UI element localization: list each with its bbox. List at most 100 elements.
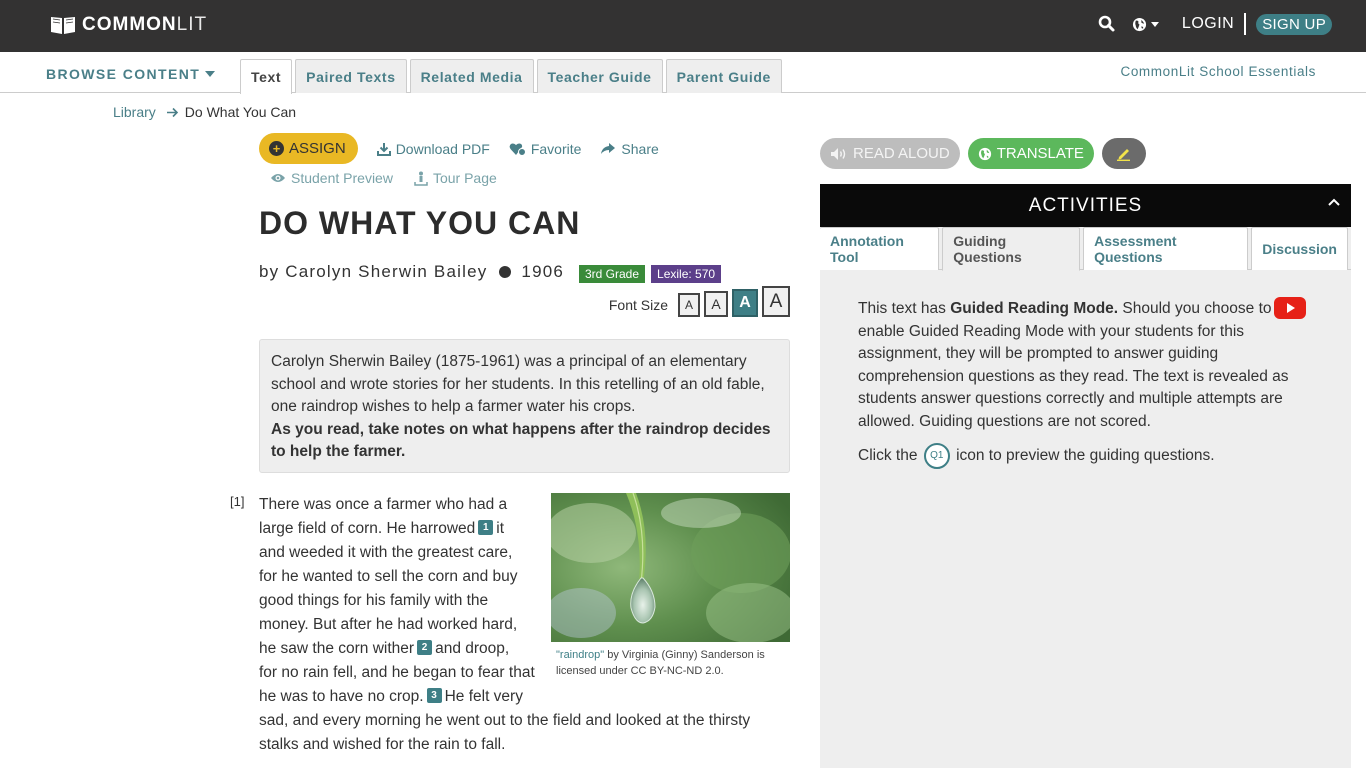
text-segment: he saw the corn wither	[259, 640, 415, 657]
hint-text: Click the	[858, 447, 918, 465]
chevron-up-icon[interactable]	[1327, 197, 1341, 207]
favorite-button[interactable]: Favorite	[509, 140, 582, 157]
text-segment: it	[496, 520, 505, 537]
reading-tools: READ ALOUD TRANSLATE	[820, 138, 1154, 169]
text-segment: large field of corn. He harrowed	[259, 520, 476, 537]
text-segment: He felt very	[444, 688, 523, 705]
tab-text[interactable]: Text	[240, 59, 293, 94]
guided-reading-description: This text has Guided Reading Mode. Shoul…	[858, 298, 1306, 433]
text-line: stalks and wished for the rain to fall.	[259, 736, 506, 753]
separator-dot	[499, 266, 512, 278]
tour-page-button[interactable]: Tour Page	[414, 170, 497, 186]
plus-circle-icon: +	[269, 141, 284, 156]
description-text: This text has	[858, 300, 951, 317]
text-title: DO WHAT YOU CAN	[259, 205, 581, 241]
guided-questions-hint: Click the Q1 icon to preview the guiding…	[858, 443, 1306, 469]
font-size-medium-button[interactable]: A	[704, 291, 728, 317]
lexile-badge: Lexile: 570	[651, 265, 722, 283]
guided-reading-mode-label: Guided Reading Mode.	[950, 300, 1119, 317]
tab-teacher-guide[interactable]: Teacher Guide	[536, 59, 663, 93]
download-pdf-label: Download PDF	[395, 140, 490, 157]
tab-discussion[interactable]: Discussion	[1251, 227, 1348, 270]
assign-button[interactable]: + ASSIGN	[259, 133, 358, 164]
text-segment: and droop,	[435, 640, 510, 657]
search-icon[interactable]	[1098, 15, 1116, 33]
footnote-marker[interactable]: 3	[426, 688, 442, 704]
tab-assessment-questions[interactable]: Assessment Questions	[1083, 227, 1249, 270]
activities-panel: ACTIVITIES Annotation Tool Guiding Quest…	[820, 184, 1351, 768]
translate-button[interactable]: TRANSLATE	[967, 138, 1094, 169]
arrow-right-icon	[166, 107, 178, 117]
tab-paired-texts[interactable]: Paired Texts	[295, 59, 407, 93]
activities-header[interactable]: ACTIVITIES	[820, 184, 1351, 227]
language-selector[interactable]	[1132, 17, 1160, 32]
favorite-label: Favorite	[530, 140, 582, 157]
breadcrumb: Library Do What You Can	[113, 104, 296, 120]
tab-related-media[interactable]: Related Media	[409, 59, 534, 93]
activities-tabs: Annotation Tool Guiding Questions Assess…	[820, 227, 1351, 271]
share-button[interactable]: Share	[600, 140, 659, 157]
download-icon	[376, 142, 391, 156]
font-size-label: Font Size	[608, 297, 668, 313]
badges: 3rd Grade Lexile: 570	[579, 265, 727, 283]
read-aloud-button[interactable]: READ ALOUD	[820, 138, 960, 169]
content-subnav: BROWSE CONTENT Text Paired Texts Related…	[0, 52, 1366, 94]
youtube-icon[interactable]	[1274, 297, 1306, 319]
text-line: he was to have no crop. 3 He felt very	[259, 685, 799, 709]
publication-year: 1906	[521, 262, 565, 281]
paragraph-number: [1]	[230, 494, 245, 509]
student-preview-button[interactable]: Student Preview	[270, 170, 393, 186]
author: by Carolyn Sherwin Bailey	[259, 262, 488, 281]
text-actions-secondary: Student Preview Tour Page	[270, 170, 518, 186]
speaker-icon	[831, 147, 846, 160]
hint-text: icon to preview the guiding questions.	[956, 447, 1215, 465]
translate-label: TRANSLATE	[996, 145, 1084, 162]
tab-parent-guide[interactable]: Parent Guide	[665, 59, 782, 93]
tab-guiding-questions[interactable]: Guiding Questions	[942, 227, 1081, 271]
text-actions: + ASSIGN Download PDF Favorite Share	[259, 133, 659, 164]
breadcrumb-current: Do What You Can	[184, 104, 297, 120]
browse-content-dropdown[interactable]: BROWSE CONTENT	[46, 66, 216, 82]
caret-down-icon	[1150, 22, 1159, 27]
intro-text: Carolyn Sherwin Bailey (1875-1961) was a…	[271, 353, 765, 415]
breadcrumb-library[interactable]: Library	[113, 104, 156, 120]
caret-down-icon	[205, 71, 216, 77]
image-source-link[interactable]: "raindrop"	[556, 649, 604, 661]
font-size-small-button[interactable]: A	[678, 293, 700, 317]
image-caption: "raindrop" by Virginia (Ginny) Sanderson…	[556, 647, 786, 679]
download-pdf-button[interactable]: Download PDF	[376, 140, 490, 157]
open-book-icon	[51, 17, 75, 34]
description-text: Should you choose to enable Guided Readi…	[858, 300, 1289, 430]
brand-name-light: LIT	[176, 14, 208, 35]
divider	[1244, 13, 1247, 35]
tour-person-icon	[414, 171, 428, 186]
share-label: Share	[621, 140, 659, 157]
highlighter-button[interactable]	[1101, 138, 1146, 169]
footnote-marker[interactable]: 2	[417, 640, 433, 656]
eye-icon	[271, 174, 285, 182]
raindrop-image[interactable]	[551, 493, 790, 642]
globe-icon	[1132, 17, 1146, 31]
byline: by Carolyn Sherwin Bailey 1906	[259, 262, 564, 282]
school-essentials-link[interactable]: CommonLit School Essentials	[1120, 64, 1316, 79]
commonlit-logo[interactable]: COMMON LIT	[50, 14, 207, 36]
tab-annotation-tool[interactable]: Annotation Tool	[820, 227, 940, 270]
q1-question-icon[interactable]: Q1	[923, 443, 950, 469]
assign-label: ASSIGN	[289, 140, 346, 157]
text-tabs: Text Paired Texts Related Media Teacher …	[240, 59, 785, 94]
text-line: sad, and every morning he went out to th…	[259, 712, 751, 729]
font-size-large-button[interactable]: A	[732, 289, 758, 317]
text-segment: he was to have no crop.	[259, 688, 424, 705]
grade-badge: 3rd Grade	[579, 265, 646, 283]
font-size-control: Font Size A A A A	[609, 286, 790, 317]
footnote-marker[interactable]: 1	[478, 520, 494, 536]
pencil-icon	[1116, 148, 1130, 161]
login-link[interactable]: LOGIN	[1182, 15, 1234, 33]
top-navbar: COMMON LIT LOGIN SIGN UP	[0, 0, 1366, 52]
share-arrow-icon	[601, 143, 616, 154]
text-introduction: Carolyn Sherwin Bailey (1875-1961) was a…	[259, 339, 790, 473]
activities-title: ACTIVITIES	[1028, 194, 1143, 216]
font-size-xlarge-button[interactable]: A	[762, 286, 790, 317]
signup-button[interactable]: SIGN UP	[1256, 13, 1332, 35]
raindrop-photo-icon	[551, 493, 790, 642]
